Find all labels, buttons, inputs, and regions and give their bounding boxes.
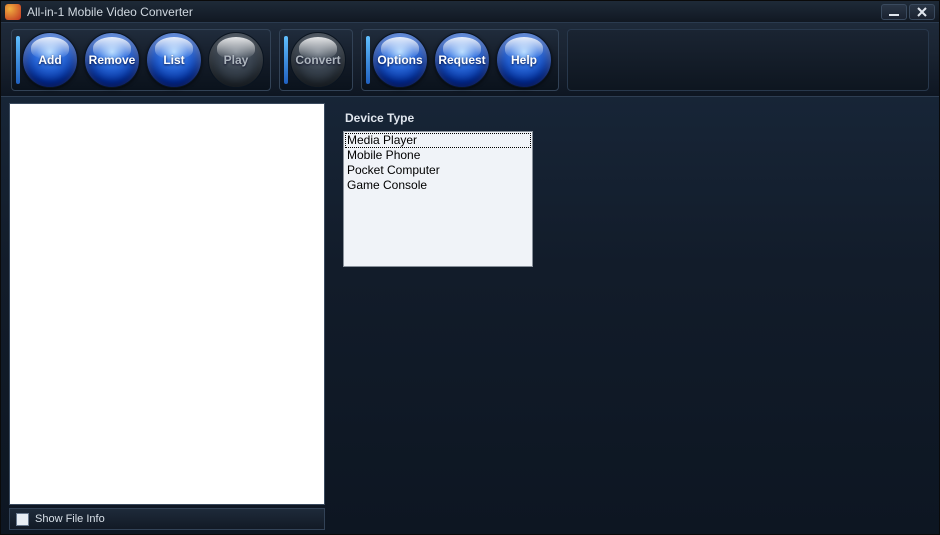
options-button[interactable]: Options [372,32,428,88]
right-column: Device Type Media PlayerMobile PhonePock… [333,103,931,530]
content-area: Show File Info Device Type Media PlayerM… [1,97,939,534]
device-type-label: Device Type [345,111,927,125]
window-title: All-in-1 Mobile Video Converter [27,5,881,19]
help-button[interactable]: Help [496,32,552,88]
toolbar-group-misc: Options Request Help [361,29,559,91]
show-file-info-label: Show File Info [35,513,105,525]
toolbar-group-convert: Convert [279,29,353,91]
device-type-item[interactable]: Mobile Phone [345,148,531,163]
show-file-info-row: Show File Info [9,508,325,530]
app-icon [5,4,21,20]
app-window: All-in-1 Mobile Video Converter Add Remov… [0,0,940,535]
convert-button: Convert [290,32,346,88]
left-column: Show File Info [9,103,325,530]
minimize-icon [888,7,900,17]
close-button[interactable] [909,4,935,20]
list-button-label: List [163,53,184,67]
request-button-label: Request [438,53,485,67]
toolbar: Add Remove List Play Convert Options Request… [1,23,939,97]
device-type-item[interactable]: Pocket Computer [345,163,531,178]
show-file-info-checkbox[interactable] [16,513,29,526]
help-button-label: Help [511,53,537,67]
device-type-listbox[interactable]: Media PlayerMobile PhonePocket ComputerG… [343,131,533,267]
request-button[interactable]: Request [434,32,490,88]
options-button-label: Options [377,53,422,67]
add-button[interactable]: Add [22,32,78,88]
toolbar-group-file: Add Remove List Play [11,29,271,91]
play-button: Play [208,32,264,88]
convert-button-label: Convert [295,53,340,67]
remove-button-label: Remove [89,53,136,67]
minimize-button[interactable] [881,4,907,20]
remove-button[interactable]: Remove [84,32,140,88]
titlebar: All-in-1 Mobile Video Converter [1,1,939,23]
list-button[interactable]: List [146,32,202,88]
window-controls [881,4,935,20]
add-button-label: Add [38,53,61,67]
device-type-item[interactable]: Game Console [345,178,531,193]
toolbar-spacer [567,29,929,91]
file-list[interactable] [9,103,325,505]
play-button-label: Play [224,53,249,67]
device-type-item[interactable]: Media Player [345,133,531,148]
close-icon [916,7,928,17]
